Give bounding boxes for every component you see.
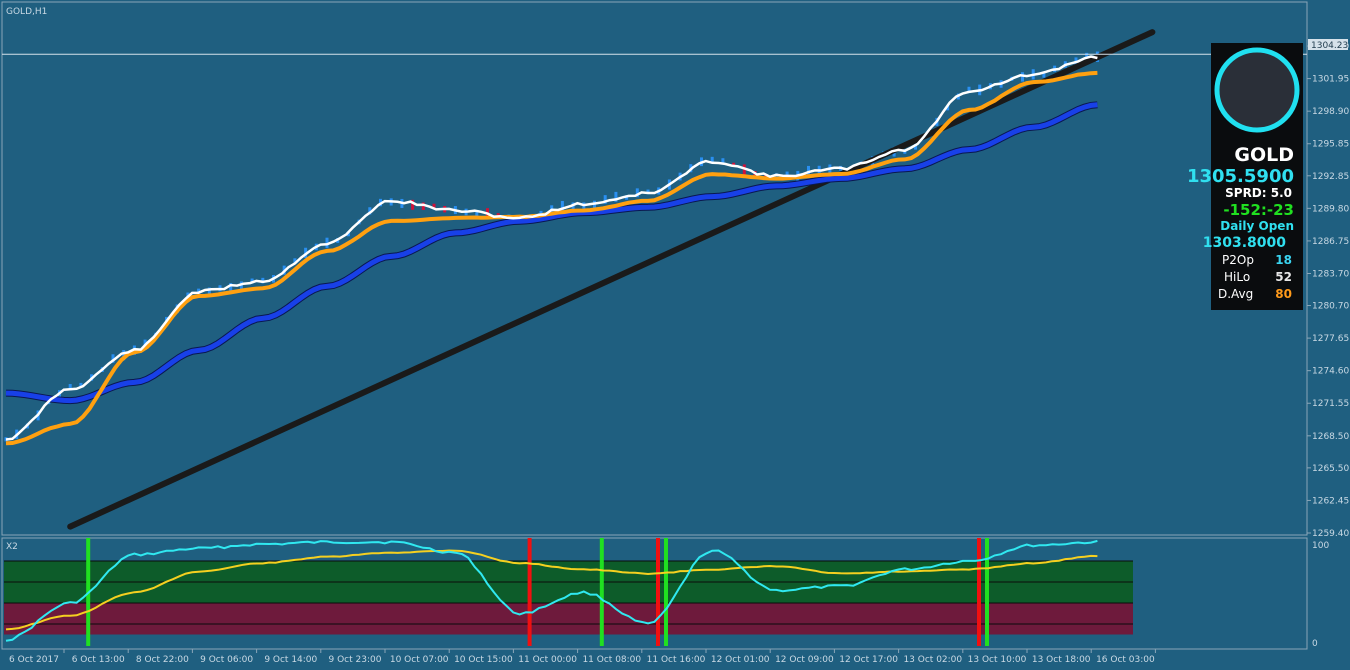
signal-bar-buy (664, 538, 668, 646)
trading-chart-window[interactable]: GOLD,H1 X2 100 0 1305.001301.951298.9012… (0, 0, 1350, 670)
time-tick-label: 11 Oct 08:00 (582, 655, 641, 665)
price-tick-label: 1265.50 (1312, 464, 1349, 474)
stat-value: 80 (1275, 287, 1292, 301)
info-price: 1305.5900 (1187, 166, 1294, 187)
time-tick-label: 9 Oct 14:00 (264, 655, 317, 665)
price-tick-label: 1283.70 (1312, 269, 1349, 279)
info-daily-open: 1303.8000 (1203, 235, 1287, 251)
time-tick-label: 10 Oct 15:00 (454, 655, 513, 665)
time-tick-label: 9 Oct 23:00 (329, 655, 382, 665)
price-tick-label: 1295.85 (1312, 140, 1349, 150)
signal-bar-sell (977, 538, 981, 646)
status-circle-icon (1214, 47, 1300, 133)
price-tick-label: 1301.95 (1312, 75, 1349, 85)
time-tick-label: 12 Oct 09:00 (775, 655, 834, 665)
signal-bar-sell (527, 538, 532, 646)
price-tick-label: 1286.75 (1312, 237, 1349, 247)
signal-bar-buy (599, 538, 604, 646)
price-tick-label: 1274.60 (1312, 367, 1349, 377)
price-tick-label: 1268.50 (1312, 432, 1349, 442)
time-tick-label: 16 Oct 03:00 (1096, 655, 1155, 665)
price-tick-label: 1259.40 (1312, 529, 1349, 539)
oscillator-scale-top: 100 (1312, 541, 1329, 551)
price-tick-label: 1298.90 (1312, 107, 1349, 117)
time-tick-label: 6 Oct 13:00 (72, 655, 125, 665)
price-tick-label: 1271.55 (1312, 399, 1349, 409)
info-change: -152:-23 (1223, 201, 1294, 219)
oscillator-title: X2 (6, 542, 18, 552)
stat-label: HiLo (1224, 270, 1250, 284)
time-tick-label: 8 Oct 22:00 (136, 655, 189, 665)
price-tick-label: 1292.85 (1312, 172, 1349, 182)
time-tick-label: 11 Oct 00:00 (518, 655, 577, 665)
chart-title: GOLD,H1 (6, 7, 47, 17)
stat-label: P2Op (1222, 253, 1254, 267)
time-tick-label: 13 Oct 10:00 (968, 655, 1027, 665)
oscillator-lower-zone (4, 603, 1133, 635)
signal-bar-buy (985, 538, 989, 646)
stat-value: 52 (1275, 270, 1292, 284)
time-tick-label: 13 Oct 18:00 (1032, 655, 1091, 665)
price-tick-label: 1262.45 (1312, 496, 1349, 506)
stat-value: 18 (1275, 253, 1292, 267)
time-tick-label: 10 Oct 07:00 (390, 655, 449, 665)
info-symbol: GOLD (1234, 144, 1294, 166)
time-tick-label: 12 Oct 01:00 (711, 655, 770, 665)
stat-label: D.Avg (1218, 287, 1253, 301)
price-tick-label: 1277.65 (1312, 334, 1349, 344)
price-pane[interactable] (1, 1, 1308, 536)
info-spread: SPRD: 5.0 (1225, 186, 1292, 200)
time-tick-label: 11 Oct 16:00 (647, 655, 706, 665)
oscillator-scale-bottom: 0 (1312, 639, 1318, 649)
time-tick-label: 12 Oct 17:00 (839, 655, 898, 665)
info-daily-open-label: Daily Open (1220, 219, 1294, 233)
price-tick-label: 1280.70 (1312, 302, 1349, 312)
price-tick-label: 1289.80 (1312, 204, 1349, 214)
time-tick-label: 9 Oct 06:00 (200, 655, 253, 665)
chart-svg[interactable]: GOLD,H1 X2 100 0 1305.001301.951298.9012… (0, 0, 1350, 670)
time-tick-label: 13 Oct 02:00 (903, 655, 962, 665)
time-tick-label: 6 Oct 2017 (9, 655, 59, 665)
current-price-tag-label: 1304.23 (1311, 41, 1348, 51)
signal-bar-sell (656, 538, 660, 646)
